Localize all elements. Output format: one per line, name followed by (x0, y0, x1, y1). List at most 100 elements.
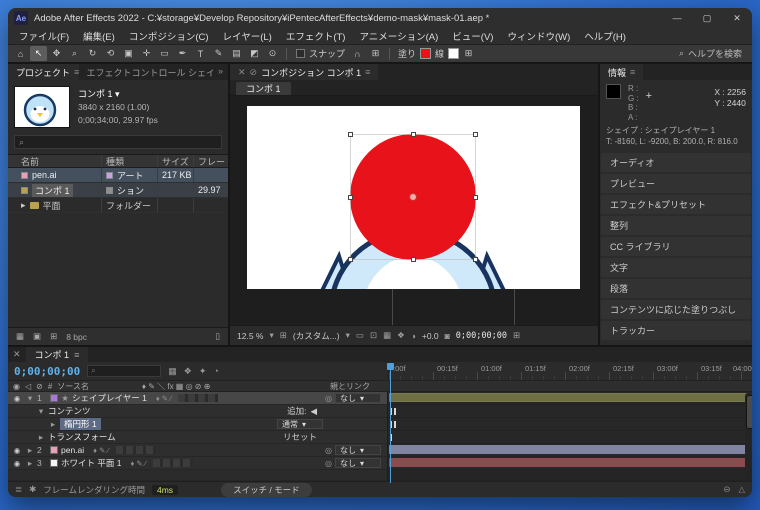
pen-tool-button[interactable]: ✒ (174, 46, 191, 61)
shape-layer-duration-bar[interactable] (389, 393, 747, 402)
time-ruler[interactable]: :00f 00:15f 01:00f 01:15f 02:00f 02:15f … (388, 362, 752, 380)
tab-info[interactable]: 情報 ≡ (600, 64, 643, 80)
stroke-width-icon[interactable]: ⊞ (460, 46, 477, 61)
property-row-contents[interactable]: ▾ コンテンツ 追加: ◀ (8, 405, 752, 418)
twirl-right-icon[interactable]: ▸ (11, 432, 45, 443)
column-size[interactable]: サイズ (158, 155, 194, 167)
zoom-select[interactable]: 12.5 % (237, 331, 263, 341)
scrollbar-thumb[interactable] (746, 395, 752, 429)
frame-blending-icon[interactable]: ✦ (199, 366, 207, 377)
selection-tool-button[interactable]: ↖ (30, 46, 47, 61)
timeline-scrollbar[interactable] (745, 393, 751, 480)
close-icon[interactable]: ✕ (13, 349, 21, 360)
exposure-icon[interactable]: ◑ (411, 331, 416, 341)
snap-checkbox[interactable] (296, 49, 305, 58)
panel-paragraph[interactable]: 段落 (601, 279, 751, 298)
layer-name[interactable]: シェイプレイヤー 1 (72, 392, 147, 404)
rotation-tool-button[interactable]: ⟲ (102, 46, 119, 61)
motion-blur-icon[interactable]: ◔ (213, 366, 218, 376)
tab-effect-controls[interactable]: エフェクトコントロール シェイプ (79, 64, 213, 80)
camera-tool-button[interactable]: ▣ (120, 46, 137, 61)
twirl-right-icon[interactable]: ▸ (26, 445, 34, 456)
maximize-button[interactable]: ▢ (692, 8, 722, 28)
add-property-arrow-icon[interactable]: ◀ (310, 406, 317, 417)
project-table-header[interactable]: 名前 種類 サイズ フレー (8, 155, 228, 168)
project-item-comp1[interactable]: コンポ 1 ション 29.97 (8, 183, 228, 198)
channel-select-icon[interactable]: ❖ (397, 330, 405, 341)
chevron-down-icon[interactable]: ▾ (115, 89, 120, 99)
group-label[interactable]: コンテンツ (48, 405, 91, 417)
fill-label[interactable]: 塗り (398, 47, 416, 60)
selection-handle[interactable] (348, 132, 353, 137)
label-color-swatch[interactable] (21, 172, 28, 179)
anchor-point[interactable] (409, 193, 417, 201)
render-queue-icon[interactable]: ≣ (15, 484, 22, 495)
lock-column-icon[interactable]: ⊘ (36, 382, 43, 391)
penai-layer-duration-bar[interactable] (389, 445, 747, 454)
panel-menu-icon[interactable]: ≡ (630, 67, 635, 77)
tab-composition[interactable]: ✕ ⊘ コンポジション コンポ 1 ≡ (230, 64, 378, 80)
selection-handle[interactable] (348, 257, 353, 262)
parent-link-control[interactable]: ◎ なし ▾ (325, 393, 387, 403)
menu-composition[interactable]: コンポジション(C) (122, 29, 216, 43)
panel-tracker[interactable]: トラッカー (601, 321, 751, 340)
panel-character[interactable]: 文字 (601, 258, 751, 277)
pickwhip-icon[interactable]: ◎ (325, 446, 332, 455)
layer-color-swatch[interactable] (50, 446, 58, 454)
resolution-select[interactable]: (カスタム...) (293, 330, 340, 342)
menu-effect[interactable]: エフェクト(T) (279, 29, 353, 43)
project-bit-depth[interactable]: 8 bpc (66, 332, 87, 342)
panel-align[interactable]: 整列 (601, 216, 751, 235)
menu-layer[interactable]: レイヤー(L) (216, 29, 279, 43)
stroke-label[interactable]: 線 (435, 47, 444, 60)
menu-animation[interactable]: アニメーション(A) (352, 29, 445, 43)
menu-window[interactable]: ウィンドウ(W) (500, 29, 577, 43)
zoom-slider-icon[interactable]: △ (738, 484, 745, 495)
property-lane[interactable] (388, 418, 752, 431)
orbit-camera-tool-button[interactable]: ↻ (84, 46, 101, 61)
blend-mode-select[interactable]: 通常 ▾ (277, 419, 323, 429)
mask-visibility-icon[interactable]: ⊡ (370, 330, 377, 341)
panel-menu-icon[interactable]: ≡ (365, 67, 370, 77)
visibility-eye-icon[interactable]: ◉ (11, 446, 23, 455)
video-column-icon[interactable]: ◉ (13, 382, 20, 391)
project-item-penai[interactable]: pen.ai アート 217 KB (8, 168, 228, 183)
exposure-value[interactable]: +0.0 (422, 331, 439, 341)
panel-cc-libraries[interactable]: CC ライブラリ (601, 237, 751, 256)
panel-audio[interactable]: オーディオ (601, 153, 751, 172)
selection-handle[interactable] (473, 195, 478, 200)
layer-switch-icons[interactable]: ♦ ✎ ∕ (156, 394, 172, 403)
selection-handle[interactable] (348, 195, 353, 200)
panel-content-aware-fill[interactable]: コンテンツに応じた塗りつぶし (601, 300, 751, 319)
layer-switch-icons[interactable]: ♦ ✎ ∕ (130, 459, 146, 468)
selection-handle[interactable] (411, 257, 416, 262)
label-color-swatch[interactable] (21, 187, 28, 194)
audio-column-icon[interactable]: ◁ (25, 382, 31, 391)
zoom-out-icon[interactable]: ⊖ (723, 484, 730, 495)
twirl-down-icon[interactable]: ▾ (26, 393, 34, 404)
layer-switches[interactable] (116, 446, 156, 454)
titlebar[interactable]: Ae Adobe After Effects 2022 - C:¥storage… (8, 8, 752, 28)
column-framerate[interactable]: フレー (194, 155, 228, 167)
add-property-label[interactable]: 追加: (287, 405, 306, 417)
hand-tool-button[interactable]: ✥ (48, 46, 65, 61)
fill-color-swatch[interactable] (420, 48, 431, 59)
close-icon[interactable]: ✕ (238, 67, 246, 78)
grid-options-icon[interactable]: ⊞ (367, 46, 384, 61)
layer-row-shape[interactable]: ◉ ▾ 1 ★ シェイプレイヤー 1 ♦ ✎ ∕ ◎ なし ▾ (8, 392, 752, 405)
home-tool-button[interactable]: ⌂ (12, 46, 29, 61)
interpret-footage-icon[interactable]: ▦ (16, 331, 24, 342)
composition-viewport[interactable] (230, 95, 598, 325)
tab-project[interactable]: プロジェクト ≡ (8, 64, 79, 80)
composition-canvas[interactable] (247, 106, 580, 289)
snapshot-camera-icon[interactable]: ◙ (445, 331, 450, 341)
twirl-right-icon[interactable]: ▸ (26, 458, 34, 469)
twirl-right-icon[interactable]: ▸ (11, 419, 57, 430)
parent-link-column[interactable]: 親とリンク (330, 381, 388, 392)
layer-switches[interactable] (178, 394, 218, 402)
switches-modes-toggle[interactable]: スイッチ / モード (221, 483, 312, 497)
panel-menu-icon[interactable]: ≡ (74, 350, 79, 360)
property-lane[interactable] (388, 405, 752, 418)
property-row-ellipse[interactable]: ▸ 楕円形 1 通常 ▾ (8, 418, 752, 431)
layer-name[interactable]: pen.ai (61, 445, 84, 455)
